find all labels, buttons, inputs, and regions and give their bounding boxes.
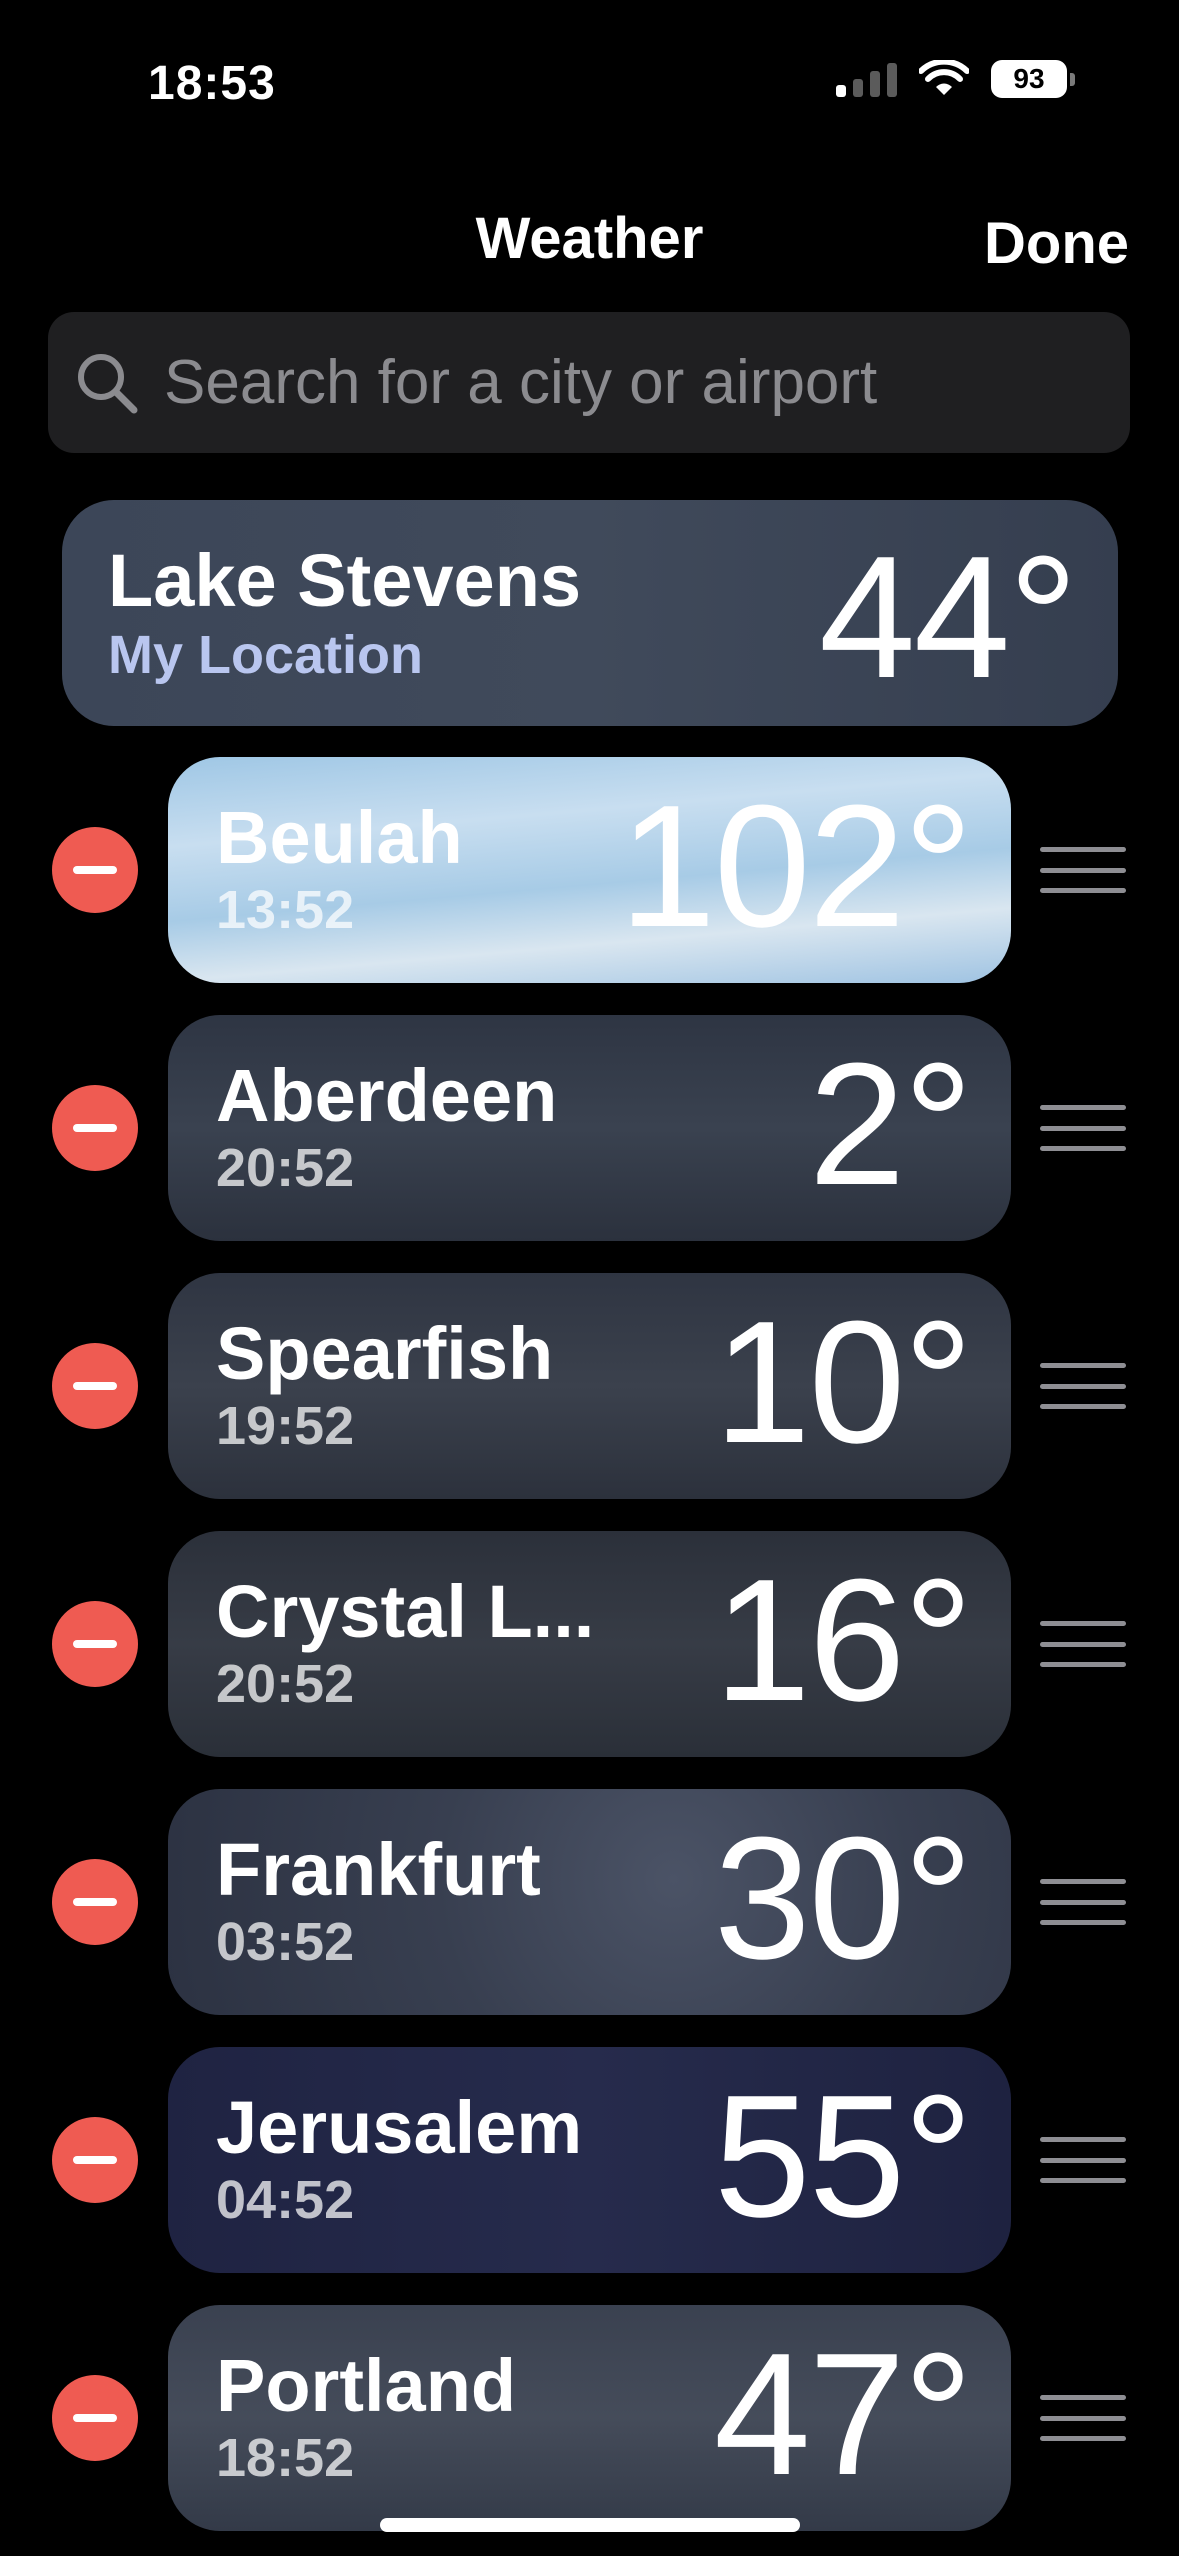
my-location-card[interactable]: Lake Stevens My Location 44°	[62, 500, 1118, 726]
status-icons: 93	[836, 60, 1075, 98]
done-button[interactable]: Done	[984, 210, 1129, 277]
temperature: 16°	[713, 1542, 973, 1737]
local-time: 18:52	[216, 2428, 355, 2488]
delete-button[interactable]	[52, 1601, 138, 1687]
city-name: Lake Stevens	[108, 539, 582, 622]
delete-button[interactable]	[52, 1085, 138, 1171]
delete-button[interactable]	[52, 2117, 138, 2203]
city-card[interactable]: Crystal L... 20:52 16°	[168, 1531, 1011, 1757]
local-time: 20:52	[216, 1138, 355, 1198]
reorder-handle-icon[interactable]	[1040, 1105, 1126, 1151]
reorder-handle-icon[interactable]	[1040, 847, 1126, 893]
city-name: Crystal L...	[216, 1570, 595, 1653]
reorder-handle-icon[interactable]	[1040, 2395, 1126, 2441]
delete-button[interactable]	[52, 2375, 138, 2461]
local-time: 19:52	[216, 1396, 355, 1456]
reorder-handle-icon[interactable]	[1040, 2137, 1126, 2183]
temperature: 30°	[713, 1800, 973, 1995]
temperature: 55°	[713, 2058, 973, 2253]
reorder-handle-icon[interactable]	[1040, 1363, 1126, 1409]
temperature: 47°	[713, 2316, 973, 2511]
city-card[interactable]: Aberdeen 20:52 2°	[168, 1015, 1011, 1241]
cellular-signal-icon	[836, 61, 897, 97]
city-card[interactable]: Portland 18:52 47°	[168, 2305, 1011, 2531]
city-name: Beulah	[216, 796, 463, 879]
local-time: 13:52	[216, 880, 355, 940]
delete-button[interactable]	[52, 1859, 138, 1945]
delete-button[interactable]	[52, 1343, 138, 1429]
home-indicator[interactable]	[380, 2518, 800, 2532]
temperature: 102°	[619, 768, 973, 963]
city-card[interactable]: Beulah 13:52 102°	[168, 757, 1011, 983]
search-placeholder: Search for a city or airport	[164, 348, 878, 417]
battery-icon: 93	[991, 60, 1075, 98]
temperature: 44°	[818, 519, 1078, 714]
temperature: 10°	[713, 1284, 973, 1479]
wifi-icon	[919, 60, 969, 95]
local-time: 20:52	[216, 1654, 355, 1714]
reorder-handle-icon[interactable]	[1040, 1879, 1126, 1925]
city-card[interactable]: Spearfish 19:52 10°	[168, 1273, 1011, 1499]
city-name: Portland	[216, 2344, 517, 2427]
reorder-handle-icon[interactable]	[1040, 1621, 1126, 1667]
my-location-label: My Location	[108, 625, 424, 685]
status-time: 18:53	[148, 57, 276, 110]
city-name: Jerusalem	[216, 2086, 583, 2169]
city-name: Frankfurt	[216, 1828, 541, 1911]
city-card[interactable]: Jerusalem 04:52 55°	[168, 2047, 1011, 2273]
temperature: 2°	[808, 1026, 973, 1221]
local-time: 03:52	[216, 1912, 355, 1972]
city-name: Spearfish	[216, 1312, 554, 1395]
local-time: 04:52	[216, 2170, 355, 2230]
city-card[interactable]: Frankfurt 03:52 30°	[168, 1789, 1011, 2015]
search-icon	[78, 353, 138, 413]
city-name: Aberdeen	[216, 1054, 558, 1137]
delete-button[interactable]	[52, 827, 138, 913]
search-field[interactable]: Search for a city or airport	[48, 312, 1130, 453]
